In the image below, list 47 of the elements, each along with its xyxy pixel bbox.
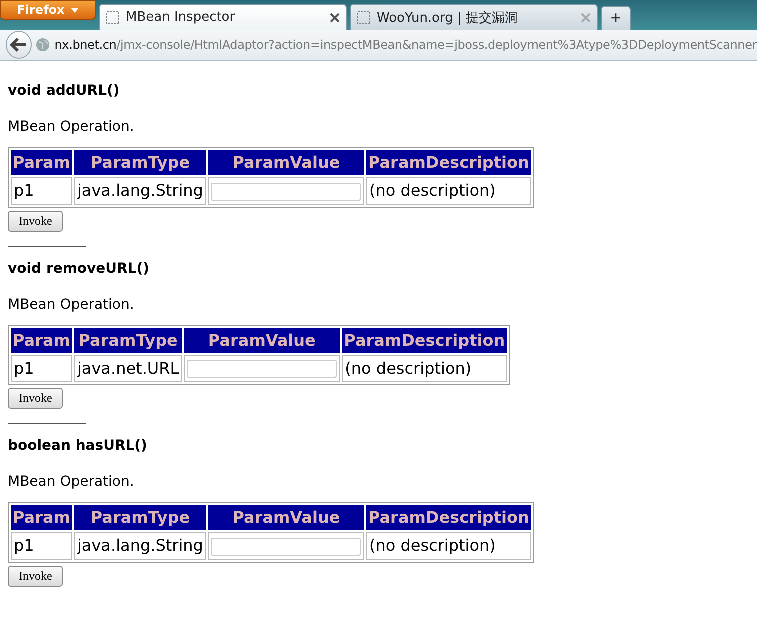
new-tab-button[interactable]: + bbox=[601, 6, 631, 30]
address-bar[interactable]: nx.bnet.cn/jmx-console/HtmlAdaptor?action=inspectMBean&name=jboss.deployment%3Atype%3DDeploymentScanner bbox=[36, 34, 757, 56]
caret-icon bbox=[70, 8, 79, 12]
table-cell: p1 bbox=[11, 532, 72, 560]
table-cell: java.lang.String bbox=[74, 177, 206, 204]
column-header: ParamValue bbox=[208, 150, 364, 175]
page-icon bbox=[357, 10, 371, 24]
column-header: ParamDescription bbox=[366, 505, 532, 530]
invoke-button[interactable]: Invoke bbox=[8, 388, 64, 409]
page-icon bbox=[106, 10, 120, 24]
browser-tab[interactable]: MBean Inspector bbox=[99, 4, 347, 30]
globe-icon bbox=[36, 38, 50, 52]
table-cell: p1 bbox=[11, 177, 72, 204]
column-header: ParamDescription bbox=[366, 150, 532, 175]
table-cell: java.net.URL bbox=[74, 354, 182, 382]
column-header: ParamValue bbox=[184, 328, 340, 352]
tab-title: MBean Inspector bbox=[126, 10, 236, 25]
column-header: Param bbox=[11, 150, 72, 175]
operation-signature: void addURL() bbox=[8, 83, 120, 99]
param-value-input[interactable] bbox=[211, 538, 362, 556]
back-arrow-icon bbox=[10, 37, 28, 53]
column-header: ParamType bbox=[74, 150, 206, 175]
url-text: nx.bnet.cn/jmx-console/HtmlAdaptor?action=inspectMBean&name=jboss.deployment%3Atype%3DDeploymentScanner bbox=[54, 38, 757, 52]
column-header: ParamValue bbox=[208, 505, 364, 530]
operation-description: MBean Operation. bbox=[8, 296, 134, 312]
table-cell: (no description) bbox=[366, 177, 532, 204]
table-cell: (no description) bbox=[342, 354, 508, 382]
operation-signature: boolean hasURL() bbox=[8, 438, 148, 454]
column-header: Param bbox=[11, 328, 72, 352]
param-value-input[interactable] bbox=[211, 182, 362, 200]
operation-signature: void removeURL() bbox=[8, 260, 150, 276]
tab-title: WooYun.org | 提交漏洞 bbox=[377, 10, 520, 26]
table-cell: (no description) bbox=[366, 532, 532, 560]
close-icon[interactable] bbox=[330, 12, 340, 22]
back-button[interactable] bbox=[6, 31, 32, 59]
column-header: Param bbox=[11, 505, 72, 530]
param-value-input[interactable] bbox=[187, 360, 338, 378]
invoke-button[interactable]: Invoke bbox=[8, 210, 64, 232]
table-cell: p1 bbox=[11, 354, 72, 382]
column-header: ParamType bbox=[74, 505, 206, 530]
operation-description: MBean Operation. bbox=[8, 474, 134, 490]
operation-description: MBean Operation. bbox=[8, 119, 134, 135]
column-header: ParamDescription bbox=[342, 328, 508, 352]
invoke-button[interactable]: Invoke bbox=[8, 566, 64, 586]
browser-tab[interactable]: WooYun.org | 提交漏洞 bbox=[350, 4, 598, 30]
column-header: ParamType bbox=[74, 328, 182, 352]
table-cell: java.lang.String bbox=[74, 532, 206, 560]
